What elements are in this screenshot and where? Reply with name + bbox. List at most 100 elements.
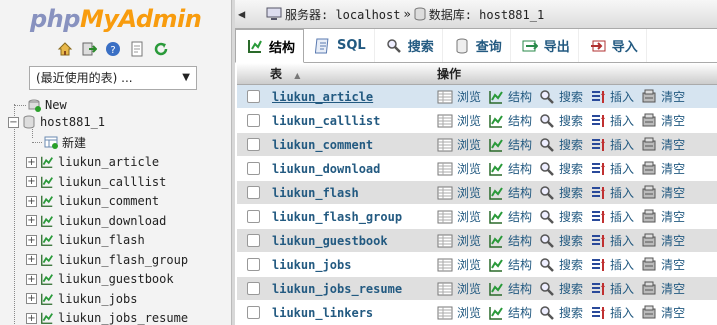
search-action[interactable]: 搜索 xyxy=(539,160,583,177)
row-checkbox[interactable] xyxy=(247,306,260,319)
table-structure-icon[interactable] xyxy=(40,272,54,286)
empty-action[interactable]: 清空 xyxy=(641,256,685,273)
collapse-icon[interactable]: − xyxy=(8,116,19,128)
expand-icon[interactable]: + xyxy=(26,215,37,226)
tab-import[interactable]: 导入 xyxy=(578,29,647,62)
table-structure-icon[interactable] xyxy=(40,311,54,325)
structure-action[interactable]: 结构 xyxy=(488,256,532,273)
help-icon[interactable]: ? xyxy=(104,40,122,58)
table-name-link[interactable]: liukun_article xyxy=(272,90,437,104)
table-name-link[interactable]: liukun_comment xyxy=(272,138,437,152)
search-action[interactable]: 搜索 xyxy=(539,232,583,249)
empty-action[interactable]: 清空 xyxy=(641,184,685,201)
expand-icon[interactable]: + xyxy=(26,312,37,324)
structure-action[interactable]: 结构 xyxy=(488,136,532,153)
expand-icon[interactable]: + xyxy=(26,234,37,246)
browse-action[interactable]: 浏览 xyxy=(437,304,481,321)
search-action[interactable]: 搜索 xyxy=(539,184,583,201)
nav-table-item[interactable]: + liukun_guestbook xyxy=(26,270,174,288)
expand-icon[interactable]: + xyxy=(26,156,37,168)
nav-table-item[interactable]: + liukun_jobs xyxy=(26,290,137,308)
nav-table-item[interactable]: + liukun_flash xyxy=(26,231,145,249)
empty-action[interactable]: 清空 xyxy=(641,304,685,321)
tab-sql[interactable]: SQL xyxy=(304,29,375,62)
search-action[interactable]: 搜索 xyxy=(539,136,583,153)
insert-action[interactable]: 插入 xyxy=(590,304,634,321)
browse-action[interactable]: 浏览 xyxy=(437,280,481,297)
empty-action[interactable]: 清空 xyxy=(641,112,685,129)
nav-table-item[interactable]: + liukun_calllist xyxy=(26,173,166,191)
browse-action[interactable]: 浏览 xyxy=(437,232,481,249)
empty-action[interactable]: 清空 xyxy=(641,280,685,297)
table-name-link[interactable]: liukun_guestbook xyxy=(272,234,437,248)
structure-action[interactable]: 结构 xyxy=(488,184,532,201)
insert-action[interactable]: 插入 xyxy=(590,88,634,105)
structure-action[interactable]: 结构 xyxy=(488,112,532,129)
structure-action[interactable]: 结构 xyxy=(488,88,532,105)
nav-table-item[interactable]: + liukun_comment xyxy=(26,192,159,210)
expand-icon[interactable]: + xyxy=(26,293,37,304)
insert-action[interactable]: 插入 xyxy=(590,280,634,297)
browse-action[interactable]: 浏览 xyxy=(437,136,481,153)
breadcrumb-server[interactable]: 服务器: localhost xyxy=(266,6,400,23)
table-structure-icon[interactable] xyxy=(40,155,54,169)
search-action[interactable]: 搜索 xyxy=(539,256,583,273)
expand-icon[interactable]: + xyxy=(26,176,37,187)
expand-icon[interactable]: + xyxy=(26,254,37,265)
table-name-link[interactable]: liukun_calllist xyxy=(272,114,437,128)
empty-action[interactable]: 清空 xyxy=(641,88,685,105)
exit-icon[interactable] xyxy=(80,40,98,58)
collapse-nav-icon[interactable]: ◀ xyxy=(238,7,254,21)
docs-icon[interactable] xyxy=(128,40,146,58)
insert-action[interactable]: 插入 xyxy=(590,232,634,249)
table-structure-icon[interactable] xyxy=(40,175,54,189)
tab-structure[interactable]: 结构 xyxy=(235,29,305,63)
new-db-node[interactable]: New xyxy=(14,96,67,114)
structure-action[interactable]: 结构 xyxy=(488,280,532,297)
row-checkbox[interactable] xyxy=(247,90,260,103)
row-checkbox[interactable] xyxy=(247,138,260,151)
browse-action[interactable]: 浏览 xyxy=(437,208,481,225)
db-new-table-node[interactable]: 新建 xyxy=(32,133,86,151)
table-name-link[interactable]: liukun_flash xyxy=(272,186,437,200)
table-name-link[interactable]: liukun_flash_group xyxy=(272,210,437,224)
nav-table-item[interactable]: + liukun_download xyxy=(26,212,166,230)
empty-action[interactable]: 清空 xyxy=(641,208,685,225)
structure-action[interactable]: 结构 xyxy=(488,304,532,321)
search-action[interactable]: 搜索 xyxy=(539,88,583,105)
insert-action[interactable]: 插入 xyxy=(590,208,634,225)
search-action[interactable]: 搜索 xyxy=(539,208,583,225)
nav-table-item[interactable]: + liukun_flash_group xyxy=(26,251,188,269)
empty-action[interactable]: 清空 xyxy=(641,136,685,153)
table-structure-icon[interactable] xyxy=(40,194,54,208)
home-icon[interactable] xyxy=(56,40,74,58)
insert-action[interactable]: 插入 xyxy=(590,160,634,177)
table-structure-icon[interactable] xyxy=(40,214,54,228)
table-name-link[interactable]: liukun_linkers xyxy=(272,306,437,320)
expand-icon[interactable]: + xyxy=(26,273,37,285)
tab-export[interactable]: 导出 xyxy=(510,29,579,62)
insert-action[interactable]: 插入 xyxy=(590,136,634,153)
browse-action[interactable]: 浏览 xyxy=(437,256,481,273)
structure-action[interactable]: 结构 xyxy=(488,208,532,225)
expand-icon[interactable]: + xyxy=(26,195,37,207)
tab-search[interactable]: 搜索 xyxy=(374,29,443,62)
search-action[interactable]: 搜索 xyxy=(539,304,583,321)
row-checkbox[interactable] xyxy=(247,210,260,223)
browse-action[interactable]: 浏览 xyxy=(437,88,481,105)
row-checkbox[interactable] xyxy=(247,282,260,295)
breadcrumb-db[interactable]: 数据库: host881_1 xyxy=(414,6,544,23)
browse-action[interactable]: 浏览 xyxy=(437,160,481,177)
search-action[interactable]: 搜索 xyxy=(539,112,583,129)
structure-action[interactable]: 结构 xyxy=(488,160,532,177)
row-checkbox[interactable] xyxy=(247,234,260,247)
table-name-link[interactable]: liukun_jobs xyxy=(272,258,437,272)
row-checkbox[interactable] xyxy=(247,258,260,271)
row-checkbox[interactable] xyxy=(247,114,260,127)
table-name-link[interactable]: liukun_jobs_resume xyxy=(272,282,437,296)
reload-icon[interactable] xyxy=(152,40,170,58)
browse-action[interactable]: 浏览 xyxy=(437,184,481,201)
table-structure-icon[interactable] xyxy=(40,292,54,306)
browse-action[interactable]: 浏览 xyxy=(437,112,481,129)
insert-action[interactable]: 插入 xyxy=(590,184,634,201)
